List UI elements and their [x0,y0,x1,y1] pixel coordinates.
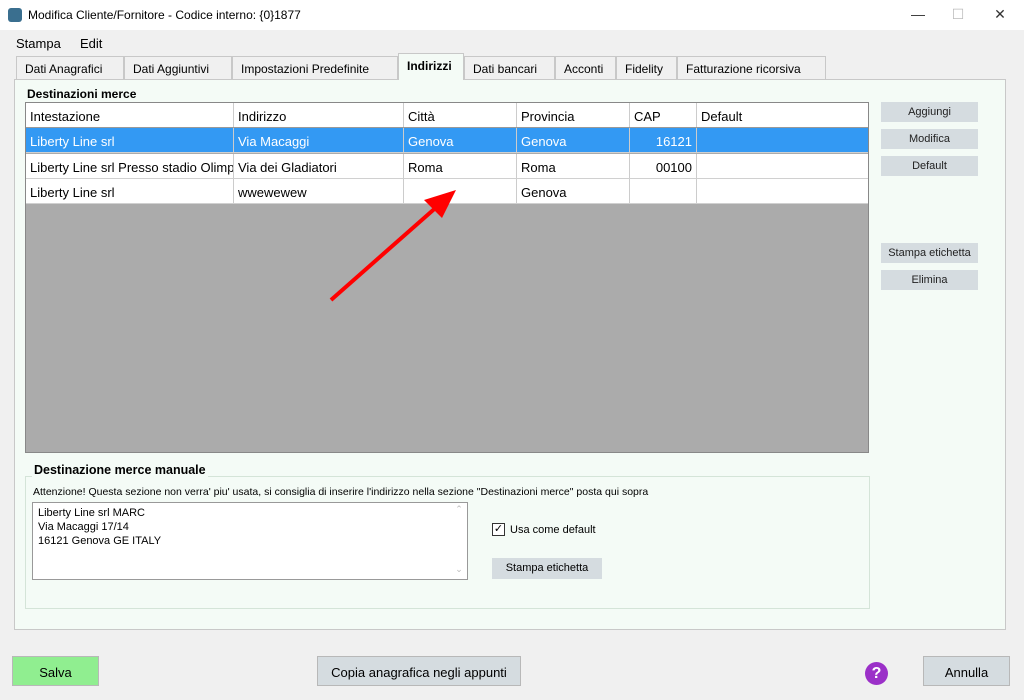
copy-to-clipboard-button[interactable]: Copia anagrafica negli appunti [317,656,521,686]
table-cell: wwewewew [234,179,404,203]
add-button[interactable]: Aggiungi [881,102,978,122]
print-label-button[interactable]: Stampa etichetta [881,243,978,263]
manual-print-label-button[interactable]: Stampa etichetta [492,558,602,579]
default-button[interactable]: Default [881,156,978,176]
manual-destination-title: Destinazione merce manuale [32,463,208,477]
column-header[interactable]: Indirizzo [234,103,404,127]
title-bar: Modifica Cliente/Fornitore - Codice inte… [0,0,1024,30]
app-icon [8,8,22,22]
tab-fidelity[interactable]: Fidelity [616,56,677,79]
table-cell: Via dei Gladiatori [234,153,404,178]
column-header[interactable]: CAP [630,103,697,127]
column-header[interactable]: Default [697,103,868,127]
destinazioni-merce-title: Destinazioni merce [25,87,139,101]
scroll-up-icon[interactable]: ⌃ [452,504,466,515]
tab-indirizzi[interactable]: Indirizzi [398,53,464,80]
minimize-button[interactable]: — [908,6,928,22]
table-cell: Liberty Line srl [26,179,234,203]
table-cell: 16121 [630,128,697,152]
table-cell: Via Macaggi [234,128,404,152]
help-icon[interactable]: ? [865,662,888,685]
save-button[interactable]: Salva [12,656,99,686]
manual-address-textarea[interactable]: Liberty Line srl MARC Via Macaggi 17/14 … [32,502,468,580]
tab-dati-anagrafici[interactable]: Dati Anagrafici [16,56,124,79]
column-header[interactable]: Provincia [517,103,630,127]
table-cell: Roma [517,153,630,178]
column-header[interactable]: Città [404,103,517,127]
table-cell [697,179,868,203]
table-cell: 00100 [630,153,697,178]
grid-header: Intestazione Indirizzo Città Provincia C… [26,103,868,128]
window-title: Modifica Cliente/Fornitore - Codice inte… [28,8,301,22]
column-header[interactable]: Intestazione [26,103,234,127]
table-cell: Liberty Line srl [26,128,234,152]
tab-dati-bancari[interactable]: Dati bancari [464,56,555,79]
cancel-button[interactable]: Annulla [923,656,1010,686]
tab-dati-aggiuntivi[interactable]: Dati Aggiuntivi [124,56,232,79]
table-cell [630,179,697,203]
table-cell [697,128,868,152]
table-row[interactable]: Liberty Line srl Presso stadio Olimpico V… [26,153,868,179]
table-cell: Genova [404,128,517,152]
table-cell [697,154,868,178]
table-cell: Roma [404,153,517,178]
tab-impostazioni-predefinite[interactable]: Impostazioni Predefinite [232,56,398,79]
menu-edit[interactable]: Edit [80,36,102,51]
table-cell [404,179,517,203]
table-cell: Liberty Line srl Presso stadio Olimpico [26,153,234,178]
tab-fatturazione-ricorsiva[interactable]: Fatturazione ricorsiva [677,56,826,79]
tab-acconti[interactable]: Acconti [555,56,616,79]
use-default-label: Usa come default [510,524,596,536]
destinazioni-grid[interactable]: Intestazione Indirizzo Città Provincia C… [25,102,869,453]
table-cell: Genova [517,179,630,203]
scroll-down-icon[interactable]: ⌄ [452,564,466,575]
menu-stampa[interactable]: Stampa [16,36,61,51]
maximize-button[interactable]: ☐ [948,6,968,23]
use-default-checkbox[interactable]: ✓ [492,523,505,536]
delete-button[interactable]: Elimina [881,270,978,290]
table-row[interactable]: Liberty Line srl wwewewew Genova [26,179,868,204]
table-row[interactable]: Liberty Line srl Via Macaggi Genova Genova 1… [26,128,868,153]
deprecation-note: Attenzione! Questa sezione non verra' pi… [33,486,649,498]
edit-button[interactable]: Modifica [881,129,978,149]
table-cell: Genova [517,128,630,152]
close-button[interactable]: ✕ [990,6,1010,23]
